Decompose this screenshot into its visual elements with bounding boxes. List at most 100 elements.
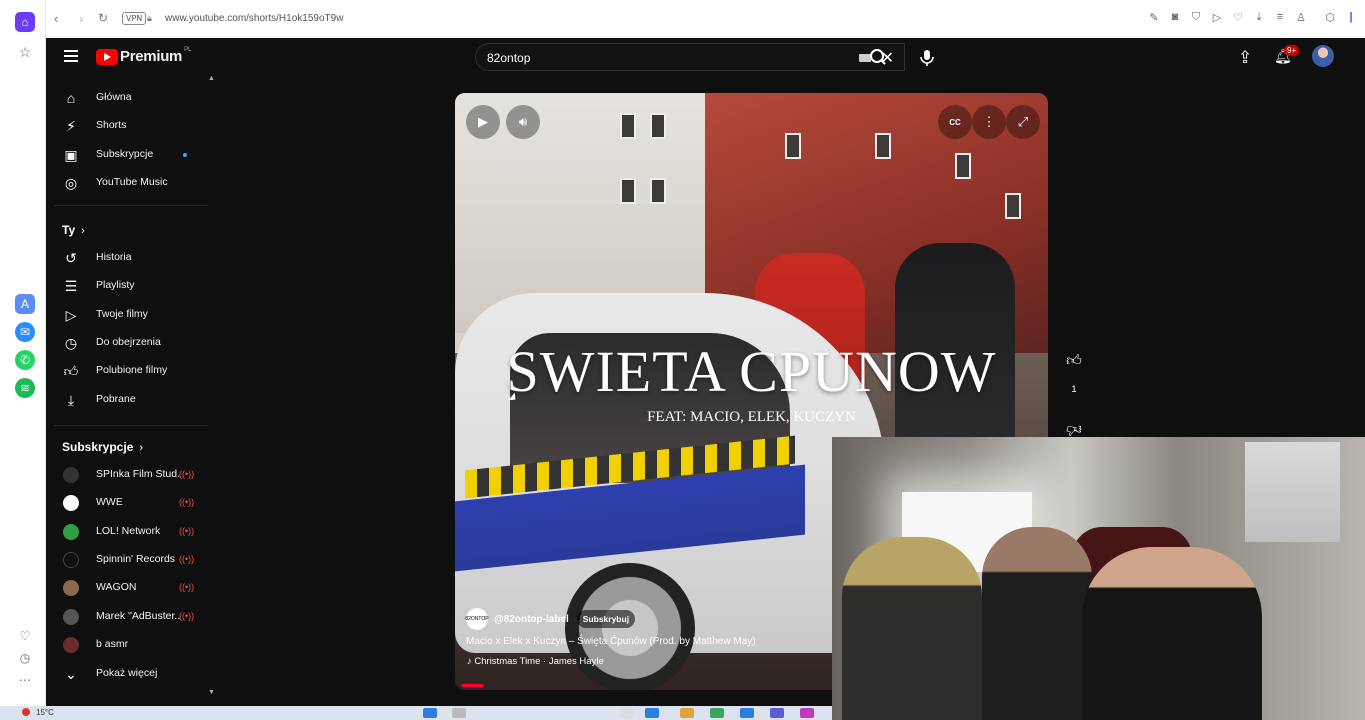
sidebar-item-youtube-music[interactable]: ◎ YouTube Music bbox=[46, 169, 218, 197]
watch-later-icon: ◷ bbox=[64, 334, 78, 351]
channel-avatar bbox=[63, 495, 79, 511]
shield-icon[interactable]: ⛉ bbox=[1190, 11, 1202, 24]
taskbar-app-icon[interactable] bbox=[710, 708, 724, 718]
extensions-icon[interactable]: ⬡ bbox=[1324, 11, 1336, 24]
play-icon[interactable]: ▷ bbox=[1211, 11, 1223, 24]
live-icon: ((•)) bbox=[179, 582, 195, 592]
sidebar-sub-item[interactable]: SPInka Film Stud... ((•)) bbox=[46, 461, 218, 489]
download-icon: ⤓ bbox=[67, 391, 75, 408]
sidebar-sub-item[interactable]: LOL! Network ((•)) bbox=[46, 518, 218, 546]
star-icon[interactable]: ☆ bbox=[15, 42, 35, 62]
channel-avatar bbox=[63, 552, 79, 568]
taskbar-app-icon[interactable] bbox=[740, 708, 754, 718]
sidebar-item-shorts[interactable]: ⚡︎ Shorts bbox=[46, 112, 218, 140]
youtube-premium-logo[interactable]: Premium PL bbox=[96, 47, 191, 65]
sidebar-item-watch-later[interactable]: ◷ Do obejrzenia bbox=[46, 329, 218, 357]
browser-home-icon[interactable]: ⌂ bbox=[15, 12, 35, 32]
sidebar-item-label: Spinnin' Records bbox=[96, 553, 176, 565]
browser-sidebar: ⌂ ☆ A ✉ ✆ ≋ ♡ ◷ ⋯ bbox=[0, 0, 46, 706]
hamburger-menu-icon[interactable] bbox=[64, 50, 78, 62]
search-button[interactable] bbox=[861, 43, 895, 71]
play-button[interactable]: ▶ bbox=[466, 105, 500, 139]
sidebar-item-label: LOL! Network bbox=[96, 525, 161, 537]
webcam-person bbox=[1082, 547, 1262, 720]
sidebar-item-liked[interactable]: 👍︎ Polubione filmy bbox=[46, 357, 218, 385]
sidebar-item-your-videos[interactable]: ▷ Twoje filmy bbox=[46, 301, 218, 329]
lock-icon: 🔒︎ bbox=[147, 13, 152, 23]
playlist-icon: ☰ bbox=[64, 277, 78, 294]
captions-button[interactable]: CC bbox=[938, 105, 972, 139]
menu-icon[interactable]: ≡ bbox=[1274, 11, 1286, 24]
profile-icon[interactable]: ♙ bbox=[1295, 11, 1307, 24]
taskbar-app-icon[interactable] bbox=[645, 708, 659, 718]
taskbar-app-icon[interactable] bbox=[680, 708, 694, 718]
scroll-down-icon[interactable]: ▼ bbox=[208, 689, 215, 696]
whatsapp-icon[interactable]: ✆ bbox=[15, 350, 35, 370]
progress-bar[interactable] bbox=[461, 684, 484, 687]
volume-button[interactable]: 🔊︎ bbox=[506, 105, 540, 139]
more-icon[interactable]: ⋯ bbox=[15, 670, 35, 690]
avatar[interactable] bbox=[1312, 45, 1334, 67]
more-options-button[interactable]: ⋮ bbox=[972, 105, 1006, 139]
sidebar-sub-item[interactable]: Spinnin' Records ((•)) bbox=[46, 546, 218, 574]
fullscreen-button[interactable]: ⤢ bbox=[1006, 105, 1040, 139]
subscribe-button[interactable]: Subskrybuj bbox=[576, 610, 636, 628]
sidebar-item-subscriptions[interactable]: ▣ Subskrypcje bbox=[46, 141, 218, 169]
browser-actions: ✎ ◙ ⛉ ▷ ♡ ⤓ ≡ ♙ ⬡ | bbox=[1148, 11, 1357, 24]
camera-icon[interactable]: ◙ bbox=[1169, 11, 1181, 24]
divider bbox=[54, 205, 208, 206]
music-row[interactable]: ♪ Christmas Time · James Hayle bbox=[467, 656, 604, 667]
clock-icon[interactable]: ◷ bbox=[15, 648, 35, 668]
subscriptions-icon: ▣ bbox=[64, 146, 78, 163]
download-icon[interactable]: ⤓ bbox=[1253, 11, 1265, 24]
heart-icon[interactable]: ♡ bbox=[1232, 11, 1244, 24]
video-description[interactable]: Macio x Elek x Kuczyn – Święta Ćpunów (P… bbox=[466, 636, 756, 647]
like-button[interactable]: 👍︎ bbox=[1062, 352, 1086, 376]
channel-avatar bbox=[63, 637, 79, 653]
taskbar-app-icon[interactable] bbox=[770, 708, 784, 718]
chevron-right-icon: › bbox=[81, 225, 85, 237]
chevron-left-icon[interactable]: ‹ bbox=[54, 11, 58, 26]
sidebar-sub-item[interactable]: Marek "AdBuster... ((•)) bbox=[46, 603, 218, 631]
chevron-right-icon: › bbox=[139, 442, 144, 454]
taskbar-app-icon[interactable] bbox=[800, 708, 814, 718]
webcam-overlay bbox=[832, 437, 1365, 720]
sidebar-item-home[interactable]: ⌂ Główna bbox=[46, 84, 218, 112]
webcam-person bbox=[982, 527, 1092, 720]
app-store-icon[interactable]: A bbox=[15, 294, 35, 314]
dislike-button[interactable]: 👍︎ bbox=[1062, 414, 1086, 438]
channel-avatar bbox=[63, 609, 79, 625]
scroll-marker: | bbox=[1349, 11, 1353, 23]
search-icon[interactable] bbox=[452, 708, 466, 718]
scroll-up-icon[interactable]: ▲ bbox=[208, 75, 215, 82]
sidebar-item-playlists[interactable]: ☰ Playlisty bbox=[46, 272, 218, 300]
sidebar-item-label: Shorts bbox=[96, 119, 127, 131]
sidebar-item-downloads[interactable]: ⤓ Pobrane bbox=[46, 386, 218, 414]
windows-start-icon[interactable] bbox=[423, 708, 437, 718]
reload-icon[interactable]: ↻ bbox=[98, 11, 108, 25]
section-subscriptions[interactable]: Subskrypcje › bbox=[62, 440, 143, 454]
voice-search-button[interactable] bbox=[914, 45, 940, 71]
sidebar-item-label: WWE bbox=[96, 496, 123, 508]
taskbar-app-icon[interactable] bbox=[620, 708, 634, 718]
section-you[interactable]: Ty › bbox=[62, 223, 85, 237]
channel-avatar[interactable]: 82ONTOP bbox=[465, 608, 489, 630]
search-input[interactable]: 82ontop ✕ bbox=[475, 43, 905, 71]
sidebar-item-history[interactable]: ↺ Historia bbox=[46, 244, 218, 272]
vpn-badge[interactable]: VPN bbox=[122, 12, 147, 25]
edit-icon[interactable]: ✎ bbox=[1148, 11, 1160, 24]
home-icon: ⌂ bbox=[66, 90, 76, 106]
address-bar[interactable]: www.youtube.com/shorts/H1ok159oT9w bbox=[165, 13, 343, 24]
sidebar-sub-item[interactable]: b asmr bbox=[46, 631, 218, 659]
sidebar-item-label: Marek "AdBuster... bbox=[96, 610, 181, 622]
sidebar-sub-item[interactable]: WAGON ((•)) bbox=[46, 574, 218, 602]
upload-icon[interactable]: ⇪ bbox=[1238, 48, 1252, 68]
spotify-icon[interactable]: ≋ bbox=[15, 378, 35, 398]
window bbox=[650, 178, 666, 204]
channel-name[interactable]: @82ontop-label bbox=[494, 614, 569, 625]
messenger-icon[interactable]: ✉ bbox=[15, 322, 35, 342]
chevron-right-icon[interactable]: › bbox=[79, 11, 83, 26]
heart-icon[interactable]: ♡ bbox=[15, 626, 35, 646]
show-more-button[interactable]: ⌄ Pokaż więcej bbox=[46, 660, 218, 688]
sidebar-sub-item[interactable]: WWE ((•)) bbox=[46, 489, 218, 517]
